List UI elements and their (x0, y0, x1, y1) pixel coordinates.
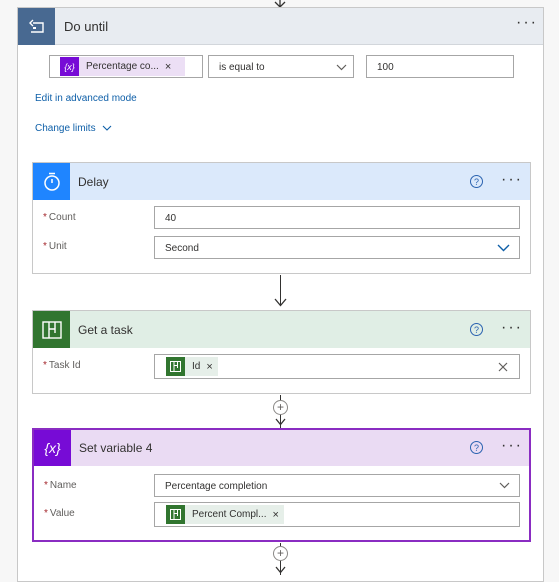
chevron-down-icon (497, 244, 510, 252)
connector-arrow-icon (274, 298, 287, 307)
get-task-help-icon[interactable]: ? (470, 323, 483, 336)
set-variable-more-menu-icon[interactable]: ··· (501, 438, 523, 454)
delay-help-icon[interactable]: ? (470, 175, 483, 188)
change-limits-link[interactable]: Change limits (35, 123, 112, 134)
remove-token-icon[interactable]: × (165, 61, 176, 73)
id-token-label: Id (192, 361, 201, 372)
percent-complete-token[interactable]: Percent Compl... × (166, 505, 284, 524)
chevron-down-icon (499, 482, 510, 489)
variable-token-icon: {x} (60, 57, 79, 76)
planner-token-icon (166, 505, 185, 524)
unit-value: Second (165, 243, 199, 254)
timer-icon (33, 163, 70, 200)
task-id-label: * Task Id (43, 360, 81, 371)
variable-name-dropdown[interactable]: Percentage completion (154, 474, 520, 497)
condition-value: 100 (377, 62, 394, 73)
insert-step-button[interactable]: + (273, 400, 288, 415)
do-until-header[interactable]: Do until ··· (18, 8, 543, 45)
set-variable-title: Set variable 4 (79, 441, 153, 455)
delay-header[interactable]: Delay ? ··· (33, 163, 530, 200)
insert-step-button[interactable]: + (273, 546, 288, 561)
edit-advanced-mode-link[interactable]: Edit in advanced mode (35, 93, 137, 104)
remove-token-icon[interactable]: × (206, 361, 217, 373)
delay-more-menu-icon[interactable]: ··· (501, 172, 523, 188)
get-task-more-menu-icon[interactable]: ··· (501, 320, 523, 336)
delay-action-card: Delay ? ··· * Count 40 * Unit Second (32, 162, 531, 274)
operator-dropdown[interactable]: is equal to (208, 55, 354, 78)
variable-value-input[interactable]: Percent Compl... × (154, 502, 520, 527)
condition-left-operand[interactable]: {x} Percentage co... × (49, 55, 203, 78)
unit-label: * Unit (43, 241, 67, 252)
delay-title: Delay (78, 175, 109, 189)
remove-token-icon[interactable]: × (272, 509, 283, 521)
loop-icon (18, 8, 55, 45)
get-task-header[interactable]: Get a task ? ··· (33, 311, 530, 348)
change-limits-label: Change limits (35, 123, 96, 134)
percentage-token-label: Percentage co... (86, 61, 159, 72)
set-variable-action-card: {x} Set variable 4 ? ··· * Name Percentag… (32, 428, 531, 542)
condition-value-input[interactable]: 100 (366, 55, 514, 78)
set-variable-header[interactable]: {x} Set variable 4 ? ··· (34, 430, 529, 466)
task-id-input[interactable]: Id × (154, 354, 520, 379)
get-task-title: Get a task (78, 323, 133, 337)
unit-dropdown[interactable]: Second (154, 236, 520, 259)
connector-arrow-icon (275, 418, 286, 426)
get-task-action-card: Get a task ? ··· * Task Id Id × (32, 310, 531, 394)
percentage-token[interactable]: {x} Percentage co... × (60, 57, 185, 76)
count-value: 40 (165, 213, 177, 224)
percent-complete-token-label: Percent Compl... (192, 509, 267, 520)
name-label: * Name (44, 480, 77, 491)
operator-value: is equal to (219, 62, 265, 73)
planner-token-icon (166, 357, 185, 376)
planner-icon (33, 311, 70, 348)
do-until-more-menu-icon[interactable]: ··· (516, 15, 538, 31)
clear-field-icon[interactable] (498, 362, 508, 372)
id-token[interactable]: Id × (166, 357, 218, 376)
set-variable-help-icon[interactable]: ? (470, 441, 483, 454)
count-label: * Count (43, 212, 76, 223)
do-until-title: Do until (64, 19, 109, 34)
chevron-down-icon (336, 64, 347, 71)
count-input[interactable]: 40 (154, 206, 520, 229)
value-label: * Value (44, 508, 75, 519)
variable-name-value: Percentage completion (165, 481, 268, 492)
connector-arrow-icon (275, 566, 286, 574)
variable-icon: {x} (34, 430, 71, 466)
chevron-down-icon (102, 125, 112, 132)
